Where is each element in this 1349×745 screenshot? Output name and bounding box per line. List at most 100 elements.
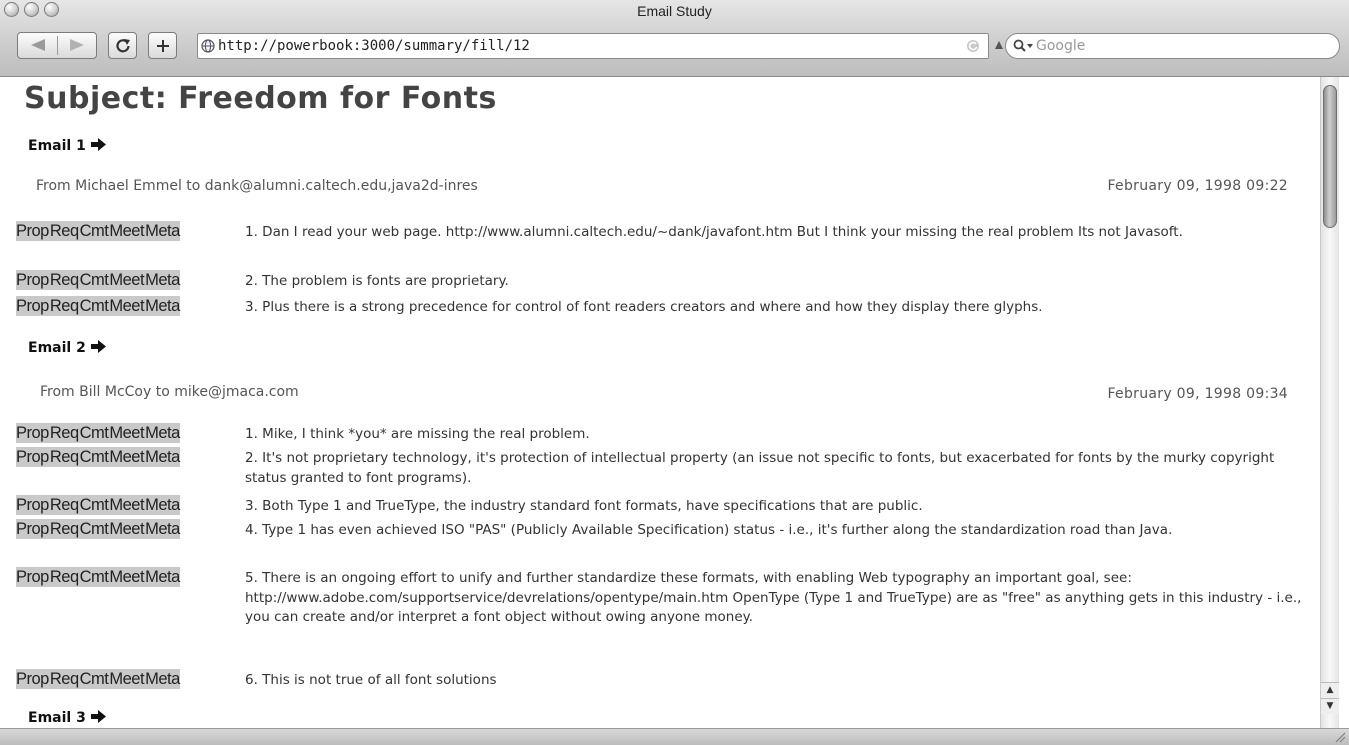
tag-cmt[interactable]: Cmt xyxy=(79,423,109,443)
email-header-1[interactable]: Email 1 xyxy=(28,138,106,155)
tag-meta[interactable]: Meta xyxy=(145,669,181,689)
plus-icon xyxy=(157,40,169,52)
tag-meta[interactable]: Meta xyxy=(145,567,181,587)
tag-meet[interactable]: Meet xyxy=(109,270,145,290)
email-from: From Bill McCoy to mike@jmaca.com xyxy=(40,384,299,400)
tag-meta[interactable]: Meta xyxy=(145,423,181,443)
tag-req[interactable]: Req xyxy=(49,296,79,316)
page-content: Subject: Freedom for Fonts Email 1 From … xyxy=(0,77,1320,728)
tag-cmt[interactable]: Cmt xyxy=(79,296,109,316)
category-tags: Prop Req Cmt Meet Meta xyxy=(16,567,181,587)
search-input[interactable]: Google xyxy=(1005,33,1340,59)
tag-prop[interactable]: Prop xyxy=(16,669,49,689)
tag-meet[interactable]: Meet xyxy=(109,495,145,515)
category-tags: Prop Req Cmt Meet Meta xyxy=(16,519,181,539)
tag-meta[interactable]: Meta xyxy=(145,495,181,515)
tag-meta[interactable]: Meta xyxy=(145,221,181,241)
tag-prop[interactable]: Prop xyxy=(16,519,49,539)
right-arrow-icon xyxy=(90,710,106,727)
tag-prop[interactable]: Prop xyxy=(16,423,49,443)
back-forward-buttons xyxy=(17,32,97,59)
scroll-down-button[interactable]: ▼ xyxy=(1321,698,1339,714)
email-date: February 09, 1998 09:34 xyxy=(1107,386,1288,402)
tag-meet[interactable]: Meet xyxy=(109,296,145,316)
back-button[interactable] xyxy=(18,33,57,58)
sentence-text: 2. It's not proprietary technology, it's… xyxy=(245,450,1275,486)
sentence-text: 6. This is not true of all font solution… xyxy=(245,672,497,688)
tag-req[interactable]: Req xyxy=(49,567,79,587)
tag-cmt[interactable]: Cmt xyxy=(79,221,109,241)
tag-meet[interactable]: Meet xyxy=(109,423,145,443)
snapback-icon[interactable] xyxy=(966,39,980,53)
tag-meet[interactable]: Meet xyxy=(109,567,145,587)
sentence-text: 3. Plus there is a strong precedence for… xyxy=(245,299,1043,315)
sentence-text: 3. Both Type 1 and TrueType, the industr… xyxy=(245,498,923,514)
sentence-text: 5. There is an ongoing effort to unify a… xyxy=(245,570,1302,625)
tag-meet[interactable]: Meet xyxy=(109,519,145,539)
search-placeholder: Google xyxy=(1036,38,1086,54)
tag-req[interactable]: Req xyxy=(49,495,79,515)
tag-meta[interactable]: Meta xyxy=(145,296,181,316)
tag-cmt[interactable]: Cmt xyxy=(79,495,109,515)
right-arrow-icon xyxy=(90,138,106,155)
add-bookmark-button[interactable] xyxy=(148,32,177,59)
right-arrow-icon xyxy=(90,340,106,357)
window-title: Email Study xyxy=(637,3,712,19)
tag-cmt[interactable]: Cmt xyxy=(79,447,109,467)
url-text: http://powerbook:3000/summary/fill/12 xyxy=(218,38,530,54)
sentence-text: 1. Dan I read your web page. http://www.… xyxy=(245,224,1183,240)
tag-cmt[interactable]: Cmt xyxy=(79,567,109,587)
forward-arrow-icon xyxy=(70,39,84,51)
vertical-scrollbar[interactable]: ▲ ▼ xyxy=(1320,77,1339,728)
tag-meta[interactable]: Meta xyxy=(145,270,181,290)
category-tags: Prop Req Cmt Meet Meta xyxy=(16,270,181,290)
tag-req[interactable]: Req xyxy=(49,270,79,290)
address-bar[interactable]: http://powerbook:3000/summary/fill/12 xyxy=(197,33,989,59)
tag-cmt[interactable]: Cmt xyxy=(79,519,109,539)
tag-cmt[interactable]: Cmt xyxy=(79,270,109,290)
tag-prop[interactable]: Prop xyxy=(16,296,49,316)
globe-icon xyxy=(201,39,215,53)
category-tags: Prop Req Cmt Meet Meta xyxy=(16,221,181,241)
tag-meet[interactable]: Meet xyxy=(109,221,145,241)
tag-prop[interactable]: Prop xyxy=(16,567,49,587)
email-header-2[interactable]: Email 2 xyxy=(28,340,106,357)
status-bar xyxy=(0,728,1349,745)
tag-meta[interactable]: Meta xyxy=(145,519,181,539)
search-icon xyxy=(1013,39,1033,52)
tag-req[interactable]: Req xyxy=(49,423,79,443)
forward-button[interactable] xyxy=(58,33,97,58)
email-label: Email 1 xyxy=(28,138,86,154)
tag-prop[interactable]: Prop xyxy=(16,447,49,467)
tag-prop[interactable]: Prop xyxy=(16,221,49,241)
email-date: February 09, 1998 09:22 xyxy=(1107,178,1288,194)
page-title: Subject: Freedom for Fonts xyxy=(24,81,497,116)
tag-req[interactable]: Req xyxy=(49,447,79,467)
tag-prop[interactable]: Prop xyxy=(16,270,49,290)
sentence-text: 4. Type 1 has even achieved ISO "PAS" (P… xyxy=(245,522,1173,538)
tag-req[interactable]: Req xyxy=(49,669,79,689)
tag-req[interactable]: Req xyxy=(49,221,79,241)
email-label: Email 2 xyxy=(28,340,86,356)
reload-button[interactable] xyxy=(108,32,137,59)
category-tags: Prop Req Cmt Meet Meta xyxy=(16,447,181,467)
tag-meta[interactable]: Meta xyxy=(145,447,181,467)
sentence-text: 2. The problem is fonts are proprietary. xyxy=(245,273,509,289)
tag-meet[interactable]: Meet xyxy=(109,669,145,689)
search-divider-icon xyxy=(995,41,1003,49)
category-tags: Prop Req Cmt Meet Meta xyxy=(16,296,181,316)
tag-req[interactable]: Req xyxy=(49,519,79,539)
category-tags: Prop Req Cmt Meet Meta xyxy=(16,495,181,515)
resize-grip-icon[interactable] xyxy=(1334,731,1346,743)
tag-prop[interactable]: Prop xyxy=(16,495,49,515)
back-arrow-icon xyxy=(31,39,45,51)
tag-cmt[interactable]: Cmt xyxy=(79,669,109,689)
category-tags: Prop Req Cmt Meet Meta xyxy=(16,423,181,443)
tag-meet[interactable]: Meet xyxy=(109,447,145,467)
email-label: Email 3 xyxy=(28,710,86,726)
email-header-3[interactable]: Email 3 xyxy=(28,710,106,727)
browser-toolbar: Email Study http://powerbook:3000/summar… xyxy=(0,0,1349,77)
email-from: From Michael Emmel to dank@alumni.caltec… xyxy=(36,178,478,194)
scroll-up-button[interactable]: ▲ xyxy=(1321,682,1339,698)
scrollbar-thumb[interactable] xyxy=(1323,85,1337,228)
